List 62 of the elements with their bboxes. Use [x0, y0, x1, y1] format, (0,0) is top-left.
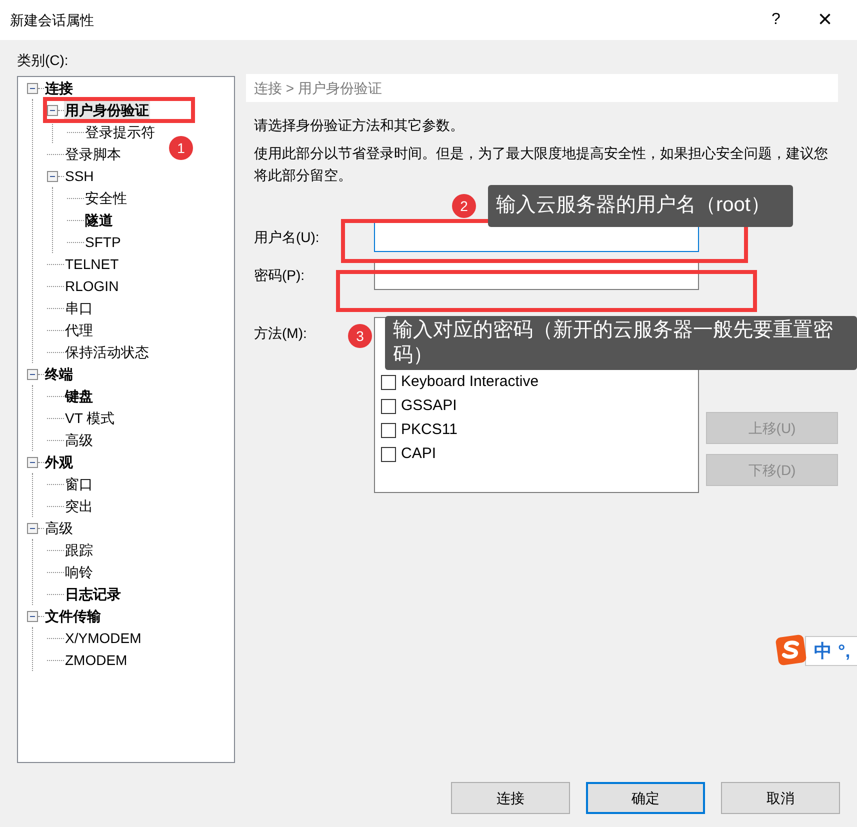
field-label: 密码(P):	[254, 266, 306, 285]
collapse-icon[interactable]	[27, 368, 38, 380]
tree-item[interactable]: 登录提示符	[84, 122, 156, 142]
collapse-icon[interactable]	[47, 170, 58, 182]
tree-item[interactable]: 代理	[64, 320, 94, 340]
tree-item[interactable]: 响铃	[64, 562, 94, 582]
tree-item[interactable]: SSH	[64, 166, 95, 186]
dialog-button[interactable]: 取消	[721, 782, 840, 814]
tree-item[interactable]: RLOGIN	[64, 276, 120, 296]
ime-punctuation[interactable]: °,	[838, 638, 850, 664]
checkbox[interactable]	[381, 374, 396, 390]
collapse-icon[interactable]	[27, 610, 38, 622]
ime-mode[interactable]: 中	[814, 638, 832, 664]
collapse-icon[interactable]	[27, 82, 38, 94]
dialog-button[interactable]: 连接	[451, 782, 570, 814]
tree-item[interactable]: 登录脚本	[64, 144, 122, 164]
tree-item[interactable]: 保持活动状态	[64, 342, 150, 362]
window-title: 新建会话属性	[10, 10, 94, 30]
tree-item[interactable]: 日志记录	[64, 584, 122, 604]
tree-item[interactable]: ZMODEM	[64, 650, 128, 670]
checkbox-label: CAPI	[401, 444, 436, 464]
tree-item[interactable]: 突出	[64, 496, 94, 516]
tree-item[interactable]: 高级	[64, 430, 94, 450]
checkbox-label: PKCS11	[401, 420, 458, 440]
tree-item[interactable]: 文件传输	[44, 606, 102, 626]
step-badge: 3	[348, 324, 372, 348]
tree-item[interactable]: 连接	[44, 78, 74, 98]
collapse-icon[interactable]	[27, 456, 38, 468]
ime-logo-icon[interactable]	[775, 634, 807, 666]
collapse-icon[interactable]	[47, 104, 58, 116]
dialog-button[interactable]: 确定	[586, 782, 705, 814]
tree-item[interactable]: SFTP	[84, 232, 122, 252]
callout-tooltip: 输入对应的密码（新开的云服务器一般先要重置密码）	[385, 316, 857, 370]
tree-item[interactable]: 跟踪	[64, 540, 94, 560]
breadcrumb: 连接 > 用户身份验证	[246, 74, 838, 102]
description-text: 请选择身份验证方法和其它参数。	[253, 116, 465, 135]
checkbox[interactable]	[381, 422, 396, 438]
tree-item[interactable]: 用户身份验证	[64, 100, 150, 120]
tree-item[interactable]: 隧道	[84, 210, 114, 230]
tree-item[interactable]: 安全性	[84, 188, 128, 208]
checkbox-label: Keyboard Interactive	[401, 372, 539, 392]
checkbox[interactable]	[381, 398, 396, 414]
collapse-icon[interactable]	[27, 522, 38, 534]
field-label: 方法(M):	[254, 324, 307, 343]
field-label: 用户名(U):	[254, 228, 320, 247]
tree-item[interactable]: TELNET	[64, 254, 120, 274]
description-text: 使用此部分以节省登录时间。但是，为了最大限度地提高安全性，如果担心安全问题，建议您将此部分留空。	[253, 144, 829, 185]
tree-item[interactable]: 窗口	[64, 474, 94, 494]
tree-item[interactable]: 终端	[44, 364, 74, 384]
tree-item[interactable]: 外观	[44, 452, 74, 472]
tree-item[interactable]: 键盘	[64, 386, 94, 406]
tree-item[interactable]: X/YMODEM	[64, 628, 142, 648]
checkbox[interactable]	[381, 446, 396, 462]
checkbox-label: GSSAPI	[401, 396, 457, 416]
tree-item[interactable]: 串口	[64, 298, 94, 318]
category-label: 类别(C):	[17, 51, 70, 70]
step-badge: 2	[452, 194, 476, 218]
close-button[interactable]: ×	[807, 5, 843, 35]
help-button[interactable]: ?	[761, 5, 791, 35]
tree-item[interactable]: VT 模式	[64, 408, 116, 428]
tree-item[interactable]: 高级	[44, 518, 74, 538]
callout-tooltip: 输入云服务器的用户名（root）	[488, 185, 793, 227]
